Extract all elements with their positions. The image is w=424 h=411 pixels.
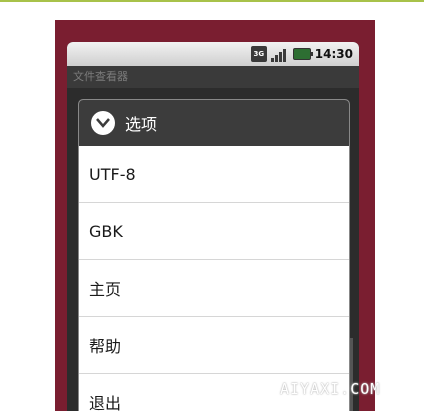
option-label: GBK [89,221,123,241]
app-title-bar: 文件查看器 [67,66,359,88]
dialog-header: 选项 [79,100,349,146]
signal-strength-icon [270,46,289,62]
option-label: UTF-8 [89,164,136,184]
phone-screen: 3G 14:30 文件查看器 选项 UTF-8 GBK 主页 帮助 退出 [67,42,359,411]
option-utf8[interactable]: UTF-8 [79,146,349,203]
option-home[interactable]: 主页 [79,260,349,317]
options-dialog: 选项 UTF-8 GBK 主页 帮助 退出 [79,100,349,411]
dialog-title: 选项 [125,115,158,134]
option-help[interactable]: 帮助 [79,317,349,374]
page: 3G 14:30 文件查看器 选项 UTF-8 GBK 主页 帮助 退出 AIY… [0,0,424,411]
option-gbk[interactable]: GBK [79,203,349,260]
status-bar: 3G 14:30 [67,42,359,66]
status-clock: 14:30 [314,47,353,61]
network-3g-icon: 3G [250,46,267,62]
chevron-down-circle-icon [91,111,115,135]
background-scrollbar[interactable] [349,338,353,411]
option-label: 退出 [89,394,122,411]
watermark: AIYAXI.COM [280,380,381,398]
battery-icon [292,48,313,60]
app-title: 文件查看器 [73,70,128,83]
network-type-label: 3G [253,50,265,58]
top-divider-line [0,0,424,2]
option-label: 主页 [89,280,122,299]
option-label: 帮助 [89,337,122,356]
